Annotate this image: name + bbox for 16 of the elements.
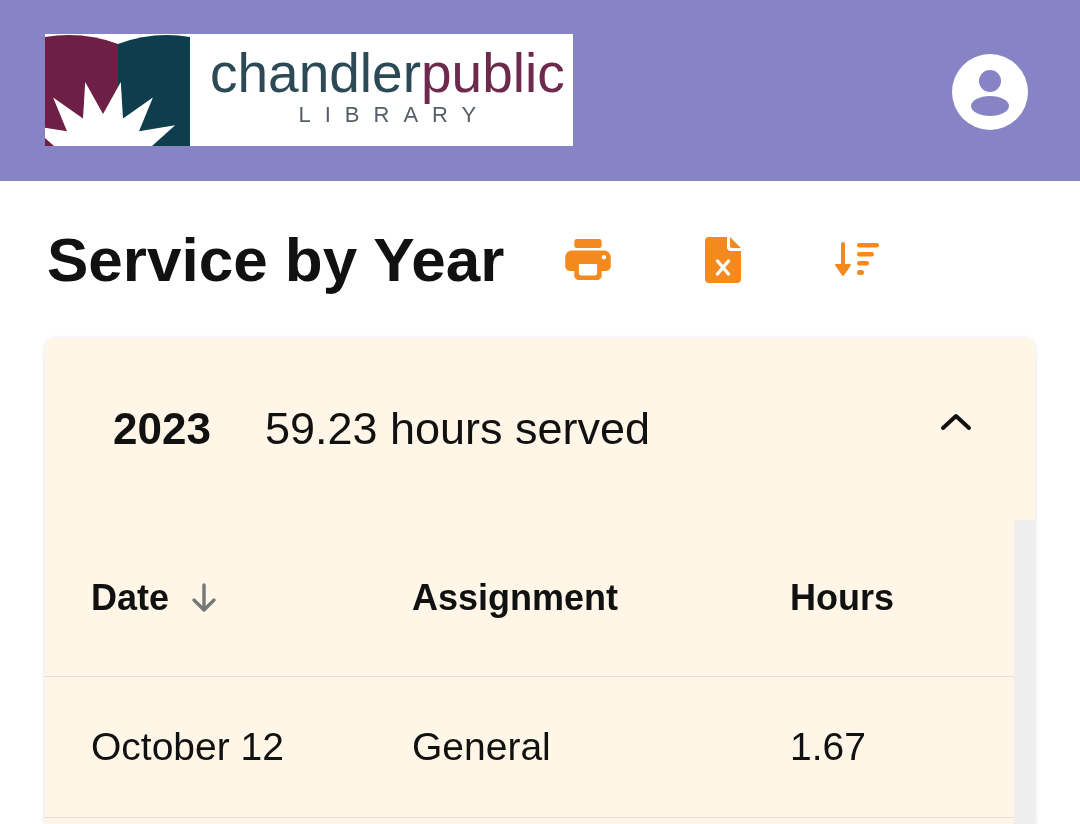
- column-header[interactable]: Hours: [790, 577, 894, 619]
- printer-icon: [565, 239, 612, 280]
- hours-summary: 59.23 hours served: [264, 403, 651, 455]
- column-header[interactable]: Date: [91, 577, 218, 619]
- file-x-icon: [705, 236, 742, 283]
- page-title: Service by Year: [47, 223, 505, 296]
- year-panel-header[interactable]: 2023 59.23 hours served: [45, 338, 1035, 520]
- year-label: 2023: [113, 404, 211, 454]
- logo-subtitle: LIBRARY: [297, 103, 491, 126]
- table-cell: October 12: [91, 725, 284, 769]
- table-cell: 1.67: [790, 725, 866, 769]
- table-cell: General: [412, 725, 551, 769]
- user-icon[interactable]: [952, 53, 1028, 130]
- column-header[interactable]: Assignment: [412, 577, 619, 619]
- sort-icon: [835, 241, 882, 278]
- scrollbar-track[interactable]: [1014, 520, 1035, 824]
